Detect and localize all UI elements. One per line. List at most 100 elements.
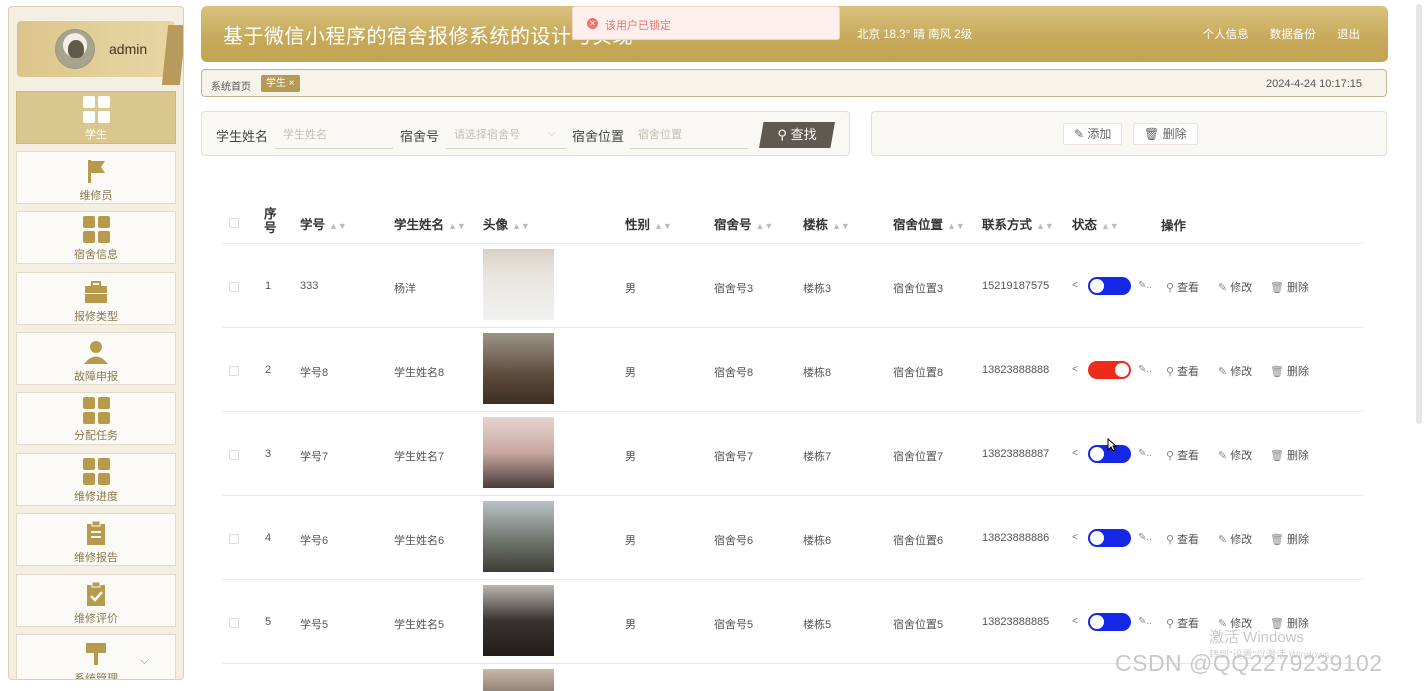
view-button[interactable]: ⚲ 查看 bbox=[1166, 531, 1199, 547]
search-button[interactable]: ⚲ 查找 bbox=[759, 122, 835, 148]
view-button[interactable]: ⚲ 查看 bbox=[1166, 363, 1199, 379]
scrollbar[interactable] bbox=[1416, 4, 1422, 424]
table-body: 1 333 杨洋 男 宿舍号3 楼栋3 宿舍位置3 15219187575 < … bbox=[222, 244, 1364, 664]
row-checkbox[interactable] bbox=[229, 366, 239, 376]
col-id[interactable]: 学号 ▲▼ bbox=[300, 214, 347, 233]
col-gender[interactable]: 性别 ▲▼ bbox=[625, 214, 672, 233]
edit-button[interactable]: ✎ 修改 bbox=[1218, 447, 1252, 463]
chevron-down-icon[interactable]: ⌵ bbox=[548, 128, 556, 139]
cell-location: 宿舍位置3 bbox=[893, 283, 944, 295]
nav-logout[interactable]: 退出 bbox=[1337, 29, 1360, 41]
edit-button[interactable]: ✎ 修改 bbox=[1218, 531, 1252, 547]
status-toggle[interactable] bbox=[1088, 277, 1131, 295]
sidebar: admin 学生 维修员 宿舍信息 报修类型 故障申报 分配任务 维修进度 维修… bbox=[8, 6, 184, 680]
select-all-checkbox[interactable] bbox=[229, 218, 239, 228]
col-location[interactable]: 宿舍位置 ▲▼ bbox=[893, 214, 965, 233]
nav-backup[interactable]: 数据备份 bbox=[1270, 29, 1316, 41]
location-label: 宿舍位置 bbox=[572, 129, 625, 144]
sidebar-item-repair-review[interactable]: 维修评价 bbox=[16, 574, 176, 627]
delete-row-button[interactable]: 🗑 删除 bbox=[1270, 363, 1309, 379]
name-input[interactable] bbox=[275, 122, 393, 149]
delete-row-button[interactable]: 🗑 删除 bbox=[1270, 447, 1309, 463]
sidebar-item-student[interactable]: 学生 bbox=[16, 91, 176, 144]
cell-index: 4 bbox=[265, 532, 272, 544]
col-avatar[interactable]: 头像 ▲▼ bbox=[483, 214, 530, 233]
edit-icon: ✎ bbox=[1218, 450, 1228, 462]
csdn-watermark: CSDN @QQ2279239102 bbox=[1115, 650, 1383, 676]
cell-location: 宿舍位置6 bbox=[893, 535, 944, 547]
status-toggle[interactable] bbox=[1088, 361, 1131, 379]
cell-location: 宿舍位置7 bbox=[893, 451, 944, 463]
header-nav: 个人信息 数据备份 退出 bbox=[1185, 26, 1360, 42]
sidebar-item-repairman[interactable]: 维修员 bbox=[16, 151, 176, 204]
chevron-down-icon[interactable]: ⌵ bbox=[140, 653, 149, 668]
edit-icon: ✎ bbox=[1218, 366, 1228, 378]
location-input[interactable] bbox=[630, 122, 748, 149]
breadcrumb-home[interactable]: 系统首页 bbox=[211, 78, 251, 93]
sidebar-item-repair-progress[interactable]: 维修进度 bbox=[16, 453, 176, 506]
row-checkbox[interactable] bbox=[229, 534, 239, 544]
delete-button[interactable]: 🗑 删除 bbox=[1133, 123, 1198, 145]
user-card[interactable]: admin bbox=[17, 21, 183, 85]
edit-icon: ✎ bbox=[1074, 127, 1088, 141]
sidebar-item-system[interactable]: 系统管理 ⌵ bbox=[16, 634, 176, 680]
col-room[interactable]: 宿舍号 ▲▼ bbox=[714, 214, 773, 233]
sidebar-item-label: 系统管理 bbox=[74, 673, 118, 680]
sidebar-item-repair-type[interactable]: 报修类型 bbox=[16, 272, 176, 325]
delete-label: 删除 bbox=[1162, 127, 1187, 141]
cell-gender: 男 bbox=[625, 451, 636, 463]
collapse-tab[interactable] bbox=[161, 25, 183, 85]
grid-icon bbox=[82, 397, 110, 424]
row-checkbox[interactable] bbox=[229, 282, 239, 292]
sidebar-item-label: 学生 bbox=[85, 129, 107, 141]
cell-location: 宿舍位置5 bbox=[893, 619, 944, 631]
view-button[interactable]: ⚲ 查看 bbox=[1166, 279, 1199, 295]
col-name[interactable]: 学生姓名 ▲▼ bbox=[394, 214, 466, 233]
view-button[interactable]: ⚲ 查看 bbox=[1166, 615, 1199, 631]
sidebar-item-dorm-info[interactable]: 宿舍信息 bbox=[16, 211, 176, 264]
sidebar-item-repair-report[interactable]: 维修报告 bbox=[16, 513, 176, 566]
cell-phone: 13823888888 bbox=[982, 364, 1050, 376]
avatar-photo[interactable] bbox=[483, 669, 554, 691]
add-button[interactable]: ✎ 添加 bbox=[1063, 123, 1123, 145]
row-checkbox[interactable] bbox=[229, 618, 239, 628]
table-row: 4 学号6 学生姓名6 男 宿舍号6 楼栋6 宿舍位置6 13823888886… bbox=[222, 496, 1364, 580]
avatar bbox=[55, 29, 95, 69]
col-building[interactable]: 楼栋 ▲▼ bbox=[803, 214, 850, 233]
col-status[interactable]: 状态 ▲▼ bbox=[1072, 214, 1119, 233]
edit-button[interactable]: ✎ 修改 bbox=[1218, 279, 1252, 295]
view-button[interactable]: ⚲ 查看 bbox=[1166, 447, 1199, 463]
search-icon: ⚲ bbox=[1166, 534, 1175, 546]
nav-profile[interactable]: 个人信息 bbox=[1203, 29, 1249, 41]
avatar-photo[interactable] bbox=[483, 501, 554, 572]
search-icon: ⚲ bbox=[777, 127, 791, 142]
col-actions: 操作 bbox=[1161, 219, 1187, 233]
avatar-photo[interactable] bbox=[483, 333, 554, 404]
avatar-photo[interactable] bbox=[483, 585, 554, 656]
person-icon bbox=[84, 341, 108, 364]
avatar-photo[interactable] bbox=[483, 417, 554, 488]
breadcrumb-tag[interactable]: 学生 × bbox=[261, 75, 300, 92]
toast-message: 该用户已锁定 bbox=[605, 20, 671, 32]
status-toggle[interactable] bbox=[1088, 529, 1131, 547]
room-label: 宿舍号 bbox=[400, 129, 440, 144]
sidebar-item-label: 维修评价 bbox=[74, 613, 118, 625]
delete-row-button[interactable]: 🗑 删除 bbox=[1270, 531, 1309, 547]
cell-gender: 男 bbox=[625, 619, 636, 631]
col-phone[interactable]: 联系方式 ▲▼ bbox=[982, 214, 1054, 233]
breadcrumb: 系统首页 学生 × 2024-4-24 10:17:15 bbox=[201, 69, 1387, 97]
delete-row-button[interactable]: 🗑 删除 bbox=[1270, 279, 1309, 295]
row-checkbox[interactable] bbox=[229, 450, 239, 460]
sidebar-item-assign-task[interactable]: 分配任务 bbox=[16, 392, 176, 445]
clipboard-check-icon bbox=[87, 581, 105, 606]
status-toggle[interactable] bbox=[1088, 613, 1131, 631]
brush-icon bbox=[86, 643, 106, 665]
cell-building: 楼栋6 bbox=[803, 535, 832, 547]
cell-gender: 男 bbox=[625, 283, 636, 295]
sidebar-item-fault-report[interactable]: 故障申报 bbox=[16, 332, 176, 385]
avatar-photo[interactable] bbox=[483, 249, 554, 320]
grid-icon bbox=[82, 216, 110, 243]
cell-id: 学号5 bbox=[300, 619, 329, 631]
cell-name: 学生姓名5 bbox=[394, 619, 445, 631]
edit-button[interactable]: ✎ 修改 bbox=[1218, 363, 1252, 379]
